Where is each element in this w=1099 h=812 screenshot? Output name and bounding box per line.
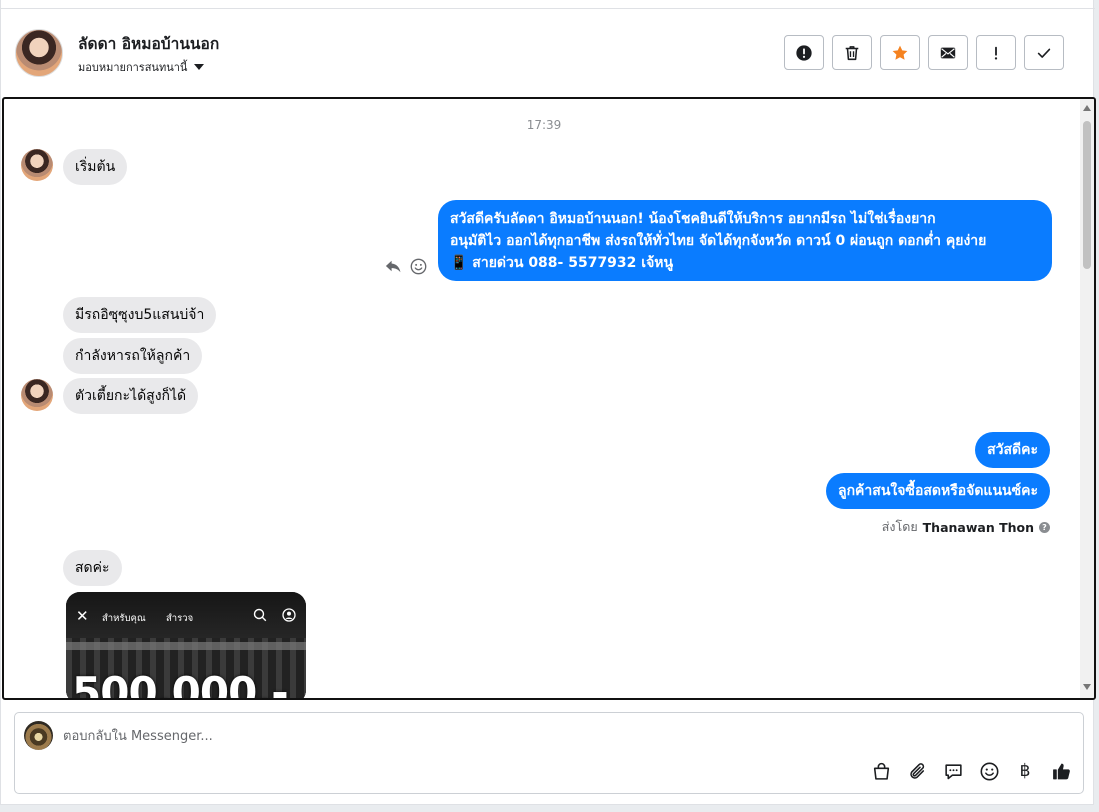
attachment-price-text: 500,000.- [72,668,289,700]
header-actions [784,35,1064,70]
image-attachment[interactable]: ✕ สำหรับคุณ สำรวจ 500,000.- [66,592,306,700]
scroll-up-arrow-icon[interactable] [1083,105,1091,111]
greeting-line-1: สวัสดีครับลัดดา อิหมอบ้านนอก! น้องโชคยิน… [450,211,936,227]
chat-bubble-icon [944,763,962,779]
outgoing-message[interactable]: ลูกค้าสนใจซื้อสดหรือจัดแนนซ์คะ [826,473,1050,509]
incoming-message[interactable]: เริ่มต้น [63,149,128,185]
incoming-message[interactable]: กำลังหารถให้ลูกค้า [63,338,203,374]
composer-tools: ฿ [869,759,1073,783]
attachment-tab-explore: สำรวจ [166,613,194,624]
mark-spam-button[interactable] [784,35,824,70]
reply-input[interactable] [63,726,823,746]
message-thread[interactable]: 17:39 เริ่มต้น สวัสดีครับลัดดา อิหมอบ้าน… [2,97,1096,700]
incoming-message[interactable]: ตัวเตี้ยกะได้สูงก็ได้ [63,378,199,414]
incoming-message[interactable]: มีรถอิซุซุงบ5แสนบ่จ้า [63,297,217,333]
follow-up-button[interactable] [976,35,1016,70]
thread-scrollbar[interactable] [1080,99,1094,698]
contact-mini-avatar [21,149,53,181]
emoji-reaction-icon[interactable] [409,257,428,276]
attachment-tab-for-you: สำหรับคุณ [102,613,146,624]
inbox-panel: ลัดดา อิหมอบ้านนอก มอบหมายการสนทนานี้ 17… [0,0,1096,805]
baht-currency-icon[interactable]: ฿ [1013,759,1037,783]
emoji-button[interactable] [977,759,1001,783]
attachment-photo-beam [66,642,306,650]
outgoing-message[interactable]: สวัสดีคะ [975,432,1050,468]
contact-avatar[interactable] [15,29,63,77]
search-icon [253,608,267,622]
paperclip-icon [909,762,924,779]
mark-done-button[interactable] [1024,35,1064,70]
thumbs-up-icon [1052,763,1070,779]
greeting-line-2: อนุมัติไว ออกได้ทุกอาชีพ ส่งรถให้ทั่วไทย… [450,233,987,249]
caret-down-icon [194,64,205,70]
shopping-bag-icon [873,762,889,780]
saved-replies-button[interactable] [941,759,965,783]
envelope-icon [940,47,956,58]
message-timestamp: 17:39 [526,118,562,132]
scrollbar-thumb[interactable] [1083,121,1091,269]
star-button[interactable] [880,35,920,70]
trash-icon [845,45,859,60]
alert-circle-icon [796,44,812,61]
check-icon [1037,48,1051,58]
sent-by-label: ส่งโดย Thanawan Thon ? [882,517,1050,537]
incoming-message[interactable]: สดค่ะ [63,550,122,586]
outgoing-greeting-message[interactable]: สวัสดีครับลัดดา อิหมอบ้านนอก! น้องโชคยิน… [438,200,1052,281]
scroll-down-arrow-icon[interactable] [1083,684,1091,690]
conversation-header: ลัดดา อิหมอบ้านนอก มอบหมายการสนทนานี้ [1,9,1095,97]
shop-bag-button[interactable] [869,759,893,783]
contact-mini-avatar [21,379,53,411]
like-button[interactable] [1049,759,1073,783]
sent-by-name: Thanawan Thon [922,519,1034,535]
page-avatar [24,721,53,750]
profile-icon [282,608,296,622]
close-icon: ✕ [76,607,89,625]
delete-button[interactable] [832,35,872,70]
star-icon [892,45,908,60]
help-icon[interactable]: ? [1039,521,1050,533]
assign-conversation-dropdown[interactable]: มอบหมายการสนทนานี้ [78,58,205,76]
contact-name[interactable]: ลัดดา อิหมอบ้านนอก [78,31,219,56]
mark-unread-button[interactable] [928,35,968,70]
sent-by-prefix: ส่งโดย [881,519,918,534]
attach-file-button[interactable] [905,759,929,783]
exclamation-icon [994,46,998,60]
greeting-line-3: 📱 สายด่วน 088- 5577932 เจ้หนู [450,255,674,271]
emoji-icon [980,762,998,780]
message-actions [384,257,428,276]
assign-label: มอบหมายการสนทนานี้ [78,61,188,74]
reply-icon[interactable] [384,257,403,276]
reply-composer: ฿ [14,712,1084,794]
